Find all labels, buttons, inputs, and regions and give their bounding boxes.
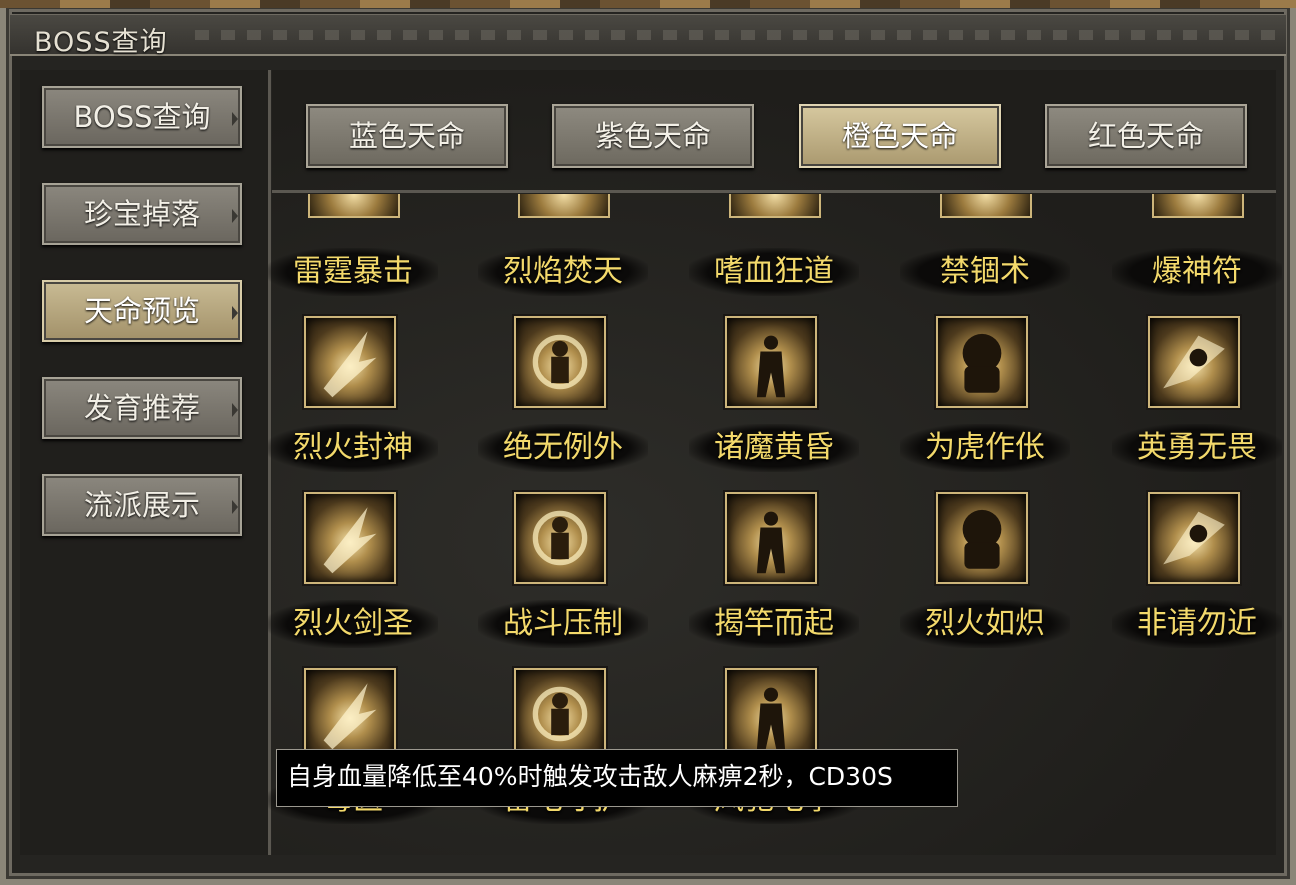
- window-title: BOSS查询: [34, 27, 168, 58]
- tab-notch-icon: [232, 112, 238, 126]
- demon-twilight-icon[interactable]: [725, 316, 817, 408]
- skill-item[interactable]: 烈火剑圣: [268, 492, 438, 667]
- keep-away-icon[interactable]: [1148, 492, 1240, 584]
- blazing-fire-icon[interactable]: [936, 492, 1028, 584]
- sidebar-item-label: 流派展示: [83, 488, 200, 522]
- tab-notch-icon: [232, 209, 238, 223]
- sidebar-item-build-showcase[interactable]: 流派展示: [42, 474, 242, 536]
- skill-name: 战斗压制: [478, 600, 648, 648]
- brave-leap-icon[interactable]: [1148, 316, 1240, 408]
- uprising-icon[interactable]: [725, 492, 817, 584]
- title-ornament: [195, 30, 1276, 40]
- fire-feather-icon[interactable]: [304, 316, 396, 408]
- tab-notch-icon: [232, 500, 238, 514]
- tab-notch-icon: [232, 403, 238, 417]
- skill-tooltip: 自身血量降低至40%时触发攻击敌人麻痹2秒，CD30S: [276, 749, 958, 807]
- sidebar-item-treasure-drop[interactable]: 珍宝掉落: [42, 183, 242, 245]
- sidebar-item-boss-query[interactable]: BOSS查询: [42, 86, 242, 148]
- sidebar-item-label: 珍宝掉落: [83, 197, 200, 231]
- battle-suppress-icon[interactable]: [514, 492, 606, 584]
- skill-name: 诸魔黄昏: [689, 424, 859, 472]
- sidebar-item-label: BOSS查询: [73, 100, 211, 134]
- skill-name: 为虎作伥: [900, 424, 1070, 472]
- skill-item[interactable]: 禁锢术: [900, 140, 1070, 315]
- skill-name: 嗜血狂道: [689, 248, 859, 296]
- sidebar-item-label: 发育推荐: [83, 391, 200, 425]
- skill-item[interactable]: 烈火如炽: [900, 492, 1070, 667]
- sword-saint-icon[interactable]: [304, 492, 396, 584]
- skill-item[interactable]: 战斗压制: [478, 492, 648, 667]
- skill-name: 揭竿而起: [689, 600, 859, 648]
- skill-item[interactable]: 绝无例外: [478, 316, 648, 491]
- skill-item[interactable]: 为虎作伥: [900, 316, 1070, 491]
- skill-item[interactable]: 烈火封神: [268, 316, 438, 491]
- skill-name: 烈焰焚天: [478, 248, 648, 296]
- sidebar-item-label: 天命预览: [83, 294, 200, 328]
- skill-item[interactable]: 非请勿近: [1112, 492, 1282, 667]
- tiger-beast-icon[interactable]: [936, 316, 1028, 408]
- wind-lightning-icon[interactable]: [725, 668, 817, 760]
- skill-item[interactable]: 嗜血狂道: [689, 140, 859, 315]
- thunder-guard-icon[interactable]: [514, 668, 606, 760]
- skill-name: 烈火封神: [268, 424, 438, 472]
- tab-notch-icon: [232, 306, 238, 320]
- skill-item[interactable]: 揭竿而起: [689, 492, 859, 667]
- skill-item[interactable]: 诸魔黄昏: [689, 316, 859, 491]
- title-bar: [10, 14, 1286, 56]
- skill-item[interactable]: 英勇无畏: [1112, 316, 1282, 491]
- skill-name: 雷霆暴击: [268, 248, 438, 296]
- skill-name: 非请勿近: [1112, 600, 1282, 648]
- skill-item[interactable]: 烈焰焚天: [478, 140, 648, 315]
- poison-doctor-icon[interactable]: [304, 668, 396, 760]
- skill-name: 绝无例外: [478, 424, 648, 472]
- skill-item[interactable]: 爆神符: [1112, 140, 1282, 315]
- top-decor-strip: [0, 0, 1296, 8]
- vortex-figure-icon[interactable]: [514, 316, 606, 408]
- sidebar-item-destiny-preview[interactable]: 天命预览: [42, 280, 242, 342]
- skill-name: 英勇无畏: [1112, 424, 1282, 472]
- skill-item[interactable]: 雷霆暴击: [268, 140, 438, 315]
- skill-name: 烈火如炽: [900, 600, 1070, 648]
- skill-name: 爆神符: [1112, 248, 1282, 296]
- skill-name: 烈火剑圣: [268, 600, 438, 648]
- sidebar-item-growth-recommend[interactable]: 发育推荐: [42, 377, 242, 439]
- skill-name: 禁锢术: [900, 248, 1070, 296]
